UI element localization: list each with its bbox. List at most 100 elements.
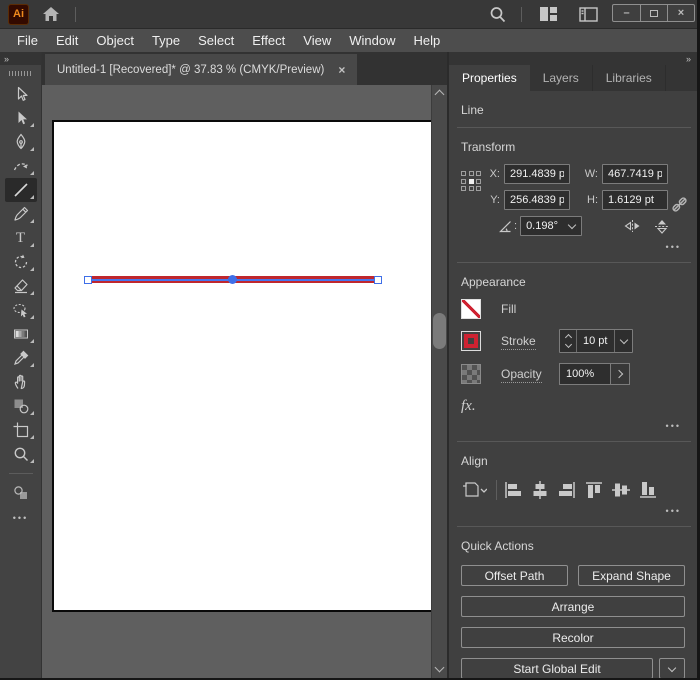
align-more-options-icon[interactable]: ••• — [666, 506, 681, 516]
shapes-tool[interactable] — [5, 394, 37, 418]
titlebar-separator — [75, 6, 76, 22]
vertical-align-center-icon[interactable] — [611, 480, 631, 500]
tools-panel: » T ••• — [0, 52, 42, 678]
menu-edit[interactable]: Edit — [47, 33, 87, 48]
rotation-dropdown[interactable]: 0.198° — [520, 216, 583, 236]
flip-vertical-icon[interactable] — [654, 219, 670, 234]
zoom-tool[interactable] — [5, 442, 37, 466]
reference-point-locator[interactable] — [461, 164, 481, 236]
maximize-icon — [650, 9, 658, 17]
scroll-down-icon[interactable] — [434, 662, 445, 673]
edit-toolbar-ellipsis[interactable]: ••• — [0, 513, 41, 523]
shape-builder-tool[interactable] — [5, 298, 37, 322]
chevron-down-icon[interactable] — [563, 220, 581, 229]
tab-close-icon[interactable]: × — [338, 63, 345, 77]
start-global-edit-button[interactable]: Start Global Edit — [461, 658, 653, 679]
scroll-up-icon[interactable] — [434, 89, 445, 100]
tab-layers[interactable]: Layers — [530, 65, 593, 91]
search-icon[interactable] — [489, 6, 506, 23]
y-input[interactable] — [504, 190, 570, 210]
menu-view[interactable]: View — [294, 33, 340, 48]
stepper-down-icon[interactable] — [564, 340, 572, 349]
maximize-button[interactable] — [640, 5, 667, 21]
menu-file[interactable]: File — [8, 33, 47, 48]
direct-selection-tool[interactable] — [5, 106, 37, 130]
minimize-button[interactable]: – — [613, 5, 640, 21]
fx-effects-button[interactable]: fx. — [461, 398, 476, 414]
home-icon[interactable] — [42, 6, 60, 22]
tab-libraries[interactable]: Libraries — [593, 65, 666, 91]
line-segment-tool[interactable] — [4, 178, 37, 202]
anchor-point-left[interactable] — [84, 275, 92, 284]
scrollbar-thumb[interactable] — [433, 313, 446, 349]
selection-tool[interactable] — [5, 82, 37, 106]
workspace-switcher-icon[interactable] — [579, 6, 598, 22]
w-label: W: — [584, 168, 598, 180]
menu-object[interactable]: Object — [87, 33, 143, 48]
constrain-proportions-icon[interactable] — [670, 164, 689, 236]
toolbar-divider — [8, 473, 33, 474]
document-tab[interactable]: Untitled-1 [Recovered]* @ 37.83 % (CMYK/… — [45, 54, 358, 85]
arrange-button[interactable]: Arrange — [461, 596, 685, 617]
pen-tool[interactable] — [5, 130, 37, 154]
fill-swatch[interactable] — [461, 299, 481, 319]
menu-type[interactable]: Type — [143, 33, 189, 48]
chevron-down-icon[interactable] — [614, 330, 632, 352]
gradient-tool[interactable] — [5, 322, 37, 346]
global-edit-options-dropdown[interactable] — [659, 658, 685, 679]
vertical-align-top-icon[interactable] — [584, 480, 604, 500]
horizontal-align-center-icon[interactable] — [530, 480, 550, 500]
horizontal-align-right-icon[interactable] — [557, 480, 577, 500]
close-button[interactable]: × — [667, 5, 694, 21]
fill-label: Fill — [501, 302, 517, 316]
stroke-weight-value[interactable]: 10 pt — [577, 330, 614, 352]
hand-tool[interactable] — [5, 370, 37, 394]
toolbar-collapse-icon[interactable]: » — [0, 52, 41, 65]
eraser-tool[interactable] — [5, 274, 37, 298]
appearance-more-options-icon[interactable]: ••• — [666, 421, 681, 431]
anchor-point-center[interactable] — [228, 275, 237, 284]
type-tool[interactable]: T — [5, 226, 37, 250]
tab-properties[interactable]: Properties — [449, 65, 530, 91]
flip-horizontal-icon[interactable] — [624, 219, 641, 233]
eyedropper-tool[interactable] — [5, 346, 37, 370]
stroke-label[interactable]: Stroke — [501, 334, 536, 350]
rotate-tool[interactable] — [5, 250, 37, 274]
artboard-tool[interactable] — [5, 418, 37, 442]
recolor-button[interactable]: Recolor — [461, 627, 685, 648]
illustrator-logo: Ai — [8, 3, 29, 25]
menu-select[interactable]: Select — [189, 33, 243, 48]
anchor-point-right[interactable] — [374, 275, 382, 284]
artboard[interactable] — [52, 120, 431, 612]
opacity-panel-arrow[interactable] — [611, 363, 630, 385]
offset-path-button[interactable]: Offset Path — [461, 565, 568, 586]
fill-stroke-proxy[interactable] — [5, 481, 37, 505]
opacity-value[interactable]: 100% — [559, 363, 611, 385]
toolbar-grip[interactable] — [8, 71, 33, 76]
expand-shape-button[interactable]: Expand Shape — [578, 565, 685, 586]
canvas[interactable] — [42, 85, 447, 678]
menubar: File Edit Object Type Select Effect View… — [0, 28, 700, 52]
stroke-swatch[interactable] — [461, 331, 481, 351]
curvature-tool[interactable] — [5, 154, 37, 178]
opacity-swatch[interactable] — [461, 364, 481, 384]
vertical-align-bottom-icon[interactable] — [638, 480, 658, 500]
panel-collapse-icon[interactable]: » — [449, 52, 697, 65]
paintbrush-tool[interactable] — [5, 202, 37, 226]
h-input[interactable] — [602, 190, 668, 210]
type-tool-glyph: T — [15, 229, 26, 246]
opacity-label[interactable]: Opacity — [501, 367, 542, 383]
x-input[interactable] — [504, 164, 570, 184]
stroke-weight-control[interactable]: 10 pt — [559, 329, 633, 353]
opacity-control[interactable]: 100% — [559, 363, 630, 385]
transform-more-options-icon[interactable]: ••• — [666, 242, 681, 252]
menu-window[interactable]: Window — [340, 33, 404, 48]
menu-help[interactable]: Help — [404, 33, 449, 48]
horizontal-align-left-icon[interactable] — [503, 480, 523, 500]
align-to-selection-dropdown[interactable] — [461, 480, 487, 500]
stroke-weight-stepper[interactable] — [560, 330, 577, 352]
w-input[interactable] — [602, 164, 668, 184]
menu-effect[interactable]: Effect — [243, 33, 294, 48]
vertical-scrollbar[interactable] — [431, 85, 447, 678]
arrange-documents-icon[interactable] — [540, 7, 557, 21]
